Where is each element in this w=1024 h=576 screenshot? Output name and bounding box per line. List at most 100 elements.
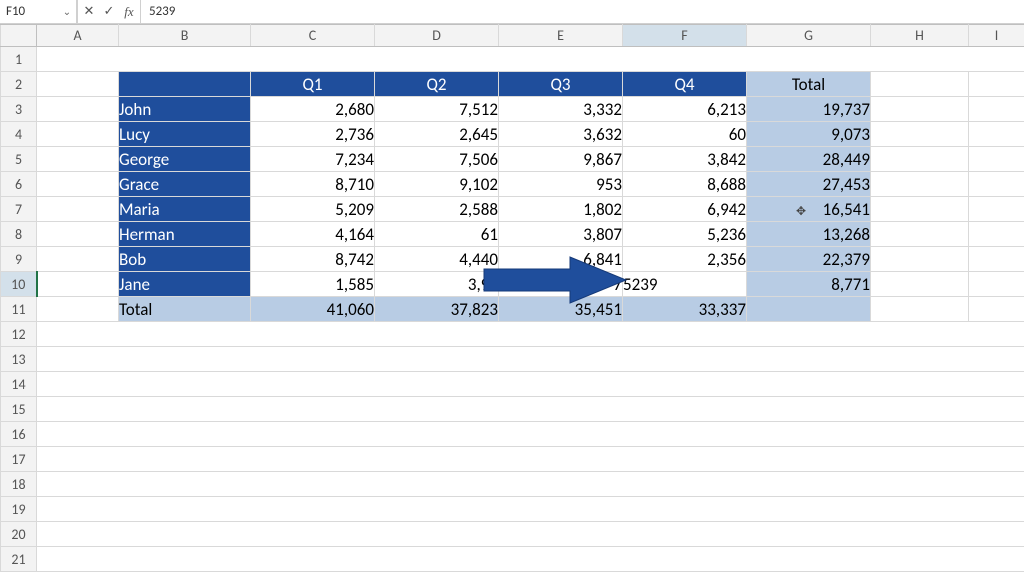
- cell[interactable]: [969, 297, 1024, 322]
- select-all-corner[interactable]: [1, 25, 37, 47]
- row-header-6[interactable]: 6: [1, 172, 37, 197]
- col-header-G[interactable]: G: [747, 25, 871, 47]
- name-box[interactable]: F10: [0, 4, 58, 19]
- cell[interactable]: 5,209: [251, 197, 375, 222]
- cell[interactable]: [969, 72, 1024, 97]
- cell[interactable]: 3,332: [499, 97, 623, 122]
- table-corner[interactable]: [119, 72, 251, 97]
- cell[interactable]: [871, 297, 969, 322]
- cell[interactable]: 4,164: [251, 222, 375, 247]
- total-cell[interactable]: 19,737: [747, 97, 871, 122]
- formula-input[interactable]: 5239: [141, 4, 1024, 19]
- cell[interactable]: [871, 222, 969, 247]
- cell[interactable]: [37, 222, 119, 247]
- cell[interactable]: 2,680: [251, 97, 375, 122]
- cell[interactable]: [969, 97, 1024, 122]
- row-header-5[interactable]: 5: [1, 147, 37, 172]
- total-cell[interactable]: 16,541: [747, 197, 871, 222]
- col-header-F[interactable]: F: [623, 25, 747, 47]
- header-total[interactable]: Total: [747, 72, 871, 97]
- total-grand[interactable]: [747, 297, 871, 322]
- cell[interactable]: [37, 97, 119, 122]
- cell[interactable]: 60: [623, 122, 747, 147]
- header-q4[interactable]: Q4: [623, 72, 747, 97]
- row-header-12[interactable]: 12: [1, 322, 37, 347]
- name-cell[interactable]: George: [119, 147, 251, 172]
- cell[interactable]: [37, 497, 1024, 522]
- cell[interactable]: 6,213: [623, 97, 747, 122]
- row-header-7[interactable]: 7: [1, 197, 37, 222]
- cell[interactable]: [37, 472, 1024, 497]
- cell[interactable]: [871, 122, 969, 147]
- cell[interactable]: [969, 272, 1024, 297]
- total-q3[interactable]: 35,451: [499, 297, 623, 322]
- cell[interactable]: 61: [375, 222, 499, 247]
- total-q1[interactable]: 41,060: [251, 297, 375, 322]
- cell[interactable]: [969, 147, 1024, 172]
- row-header-13[interactable]: 13: [1, 347, 37, 372]
- total-q2[interactable]: 37,823: [375, 297, 499, 322]
- total-label[interactable]: Total: [119, 297, 251, 322]
- cell[interactable]: [37, 147, 119, 172]
- cell[interactable]: [871, 72, 969, 97]
- cell[interactable]: [871, 172, 969, 197]
- row-header-10[interactable]: 10: [1, 272, 37, 297]
- cell[interactable]: 2,356: [623, 247, 747, 272]
- header-q2[interactable]: Q2: [375, 72, 499, 97]
- fx-icon[interactable]: fx: [122, 4, 136, 20]
- name-cell[interactable]: Jane: [119, 272, 251, 297]
- cell[interactable]: 6,841: [499, 247, 623, 272]
- cell[interactable]: [37, 247, 119, 272]
- cell[interactable]: [871, 97, 969, 122]
- cancel-icon[interactable]: ✕: [82, 4, 96, 19]
- cell[interactable]: [37, 47, 1024, 72]
- row-header-4[interactable]: 4: [1, 122, 37, 147]
- cell[interactable]: 8,688: [623, 172, 747, 197]
- col-header-H[interactable]: H: [871, 25, 969, 47]
- row-header-17[interactable]: 17: [1, 447, 37, 472]
- row-header-21[interactable]: 21: [1, 547, 37, 572]
- cell[interactable]: [37, 72, 119, 97]
- row-header-15[interactable]: 15: [1, 397, 37, 422]
- cell[interactable]: [969, 172, 1024, 197]
- name-cell[interactable]: Herman: [119, 222, 251, 247]
- row-header-9[interactable]: 9: [1, 247, 37, 272]
- cell[interactable]: [37, 447, 1024, 472]
- cell[interactable]: 5,236: [623, 222, 747, 247]
- cell[interactable]: 2,736: [251, 122, 375, 147]
- col-header-A[interactable]: A: [37, 25, 119, 47]
- row-header-14[interactable]: 14: [1, 372, 37, 397]
- cell[interactable]: [37, 297, 119, 322]
- row-header-11[interactable]: 11: [1, 297, 37, 322]
- cell[interactable]: [969, 197, 1024, 222]
- name-cell[interactable]: John: [119, 97, 251, 122]
- cell[interactable]: 2,645: [375, 122, 499, 147]
- cell[interactable]: [37, 172, 119, 197]
- cell[interactable]: 1,802: [499, 197, 623, 222]
- col-header-B[interactable]: B: [119, 25, 251, 47]
- header-q3[interactable]: Q3: [499, 72, 623, 97]
- total-cell[interactable]: 8,771: [747, 272, 871, 297]
- cell[interactable]: 8,710: [251, 172, 375, 197]
- row-header-2[interactable]: 2: [1, 72, 37, 97]
- row-header-8[interactable]: 8: [1, 222, 37, 247]
- cell[interactable]: [871, 247, 969, 272]
- row-header-19[interactable]: 19: [1, 497, 37, 522]
- header-q1[interactable]: Q1: [251, 72, 375, 97]
- cell[interactable]: [969, 222, 1024, 247]
- total-q4[interactable]: 33,337: [623, 297, 747, 322]
- cell[interactable]: [37, 397, 1024, 422]
- name-cell[interactable]: Grace: [119, 172, 251, 197]
- cell[interactable]: 2,588: [375, 197, 499, 222]
- cell[interactable]: 1,585: [251, 272, 375, 297]
- spreadsheet-grid[interactable]: A B C D E F G H I 1 2 Q1 Q2 Q3 Q4 Total: [0, 24, 1024, 572]
- cell[interactable]: 4,440: [375, 247, 499, 272]
- total-cell[interactable]: 13,268: [747, 222, 871, 247]
- cell[interactable]: 3,632: [499, 122, 623, 147]
- cell[interactable]: 9,102: [375, 172, 499, 197]
- name-cell[interactable]: Lucy: [119, 122, 251, 147]
- cell[interactable]: 3,96: [375, 272, 499, 297]
- total-cell[interactable]: 27,453: [747, 172, 871, 197]
- cell[interactable]: [969, 122, 1024, 147]
- cell[interactable]: [871, 147, 969, 172]
